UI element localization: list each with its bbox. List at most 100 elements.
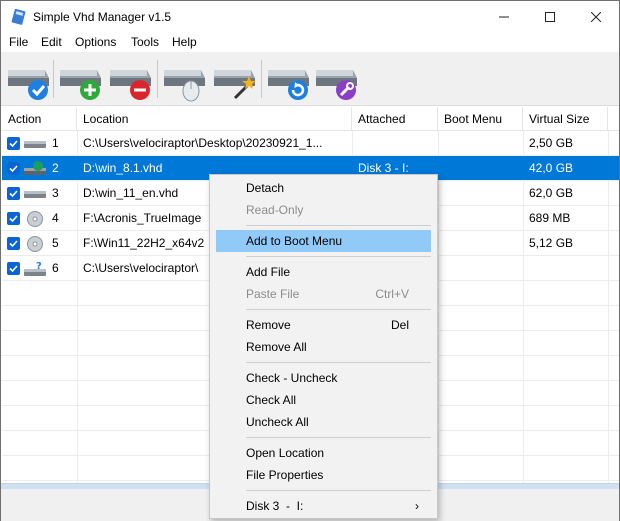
toolbar <box>1 52 619 106</box>
menu-item-disk-submenu[interactable]: Disk 3 - I: › <box>216 495 431 517</box>
menu-separator <box>246 490 431 491</box>
table-row[interactable]: 1 C:\Users\velociraptor\Desktop\20230921… <box>2 131 619 156</box>
missing-drive-icon: ? <box>24 261 46 276</box>
cell-boot-menu <box>438 181 523 206</box>
menu-edit[interactable]: Edit <box>41 35 62 49</box>
menu-item-label: Add File <box>246 265 291 279</box>
menu-item-detach[interactable]: Detach <box>216 177 431 199</box>
menu-item-uncheck-all[interactable]: Uncheck All <box>216 411 431 433</box>
maximize-icon <box>545 11 555 22</box>
toolbar-separator <box>53 60 54 98</box>
minimize-button[interactable] <box>481 1 527 32</box>
menu-item-add-file[interactable]: Add File <box>216 261 431 283</box>
cell-virtual-size: 62,0 GB <box>529 186 574 200</box>
menu-item-add-to-boot-menu[interactable]: Add to Boot Menu <box>216 230 431 252</box>
row-checkbox[interactable] <box>7 262 20 275</box>
cell-boot-menu <box>438 206 523 231</box>
remove-vhd-button[interactable] <box>107 56 153 102</box>
row-number: 2 <box>52 161 59 175</box>
menu-tools[interactable]: Tools <box>131 35 159 49</box>
refresh-button[interactable] <box>265 56 311 102</box>
checkmark-icon <box>9 265 18 273</box>
row-number: 1 <box>52 136 59 150</box>
menu-item-label: Paste File <box>246 287 300 301</box>
menu-item-file-properties[interactable]: File Properties <box>216 464 431 486</box>
menu-item-open-location[interactable]: Open Location <box>216 442 431 464</box>
drive-mouse-icon <box>164 70 205 102</box>
checkmark-icon <box>9 215 18 223</box>
menu-item-check-uncheck[interactable]: Check - Uncheck <box>216 367 431 389</box>
menu-item-remove[interactable]: Remove Del <box>216 314 431 336</box>
menu-item-label: Disk 3 - I: <box>246 499 304 513</box>
cell-virtual-size: 42,0 GB <box>529 161 574 175</box>
menu-separator <box>246 225 431 226</box>
menu-item-label: Check All <box>246 393 297 407</box>
menu-item-read-only[interactable]: Read-Only <box>216 199 431 221</box>
menu-item-label: Open Location <box>246 446 325 460</box>
cell-boot-menu <box>438 156 523 181</box>
table-header: Action Location Attached Boot Menu Virtu… <box>2 107 619 131</box>
menu-item-check-all[interactable]: Check All <box>216 389 431 411</box>
menu-file[interactable]: File <box>9 35 28 49</box>
drive-remove-icon <box>110 70 151 100</box>
window-title: Simple Vhd Manager v1.5 <box>33 10 172 24</box>
checkmark-icon <box>9 140 18 148</box>
drive-tools-icon <box>316 70 357 100</box>
cell-attached <box>352 131 438 156</box>
column-header-attached[interactable]: Attached <box>352 107 438 131</box>
menu-item-label: Remove <box>246 318 291 332</box>
row-checkbox[interactable] <box>7 187 20 200</box>
shortcut-label: Ctrl+V <box>375 287 409 301</box>
cell-virtual-size: 2,50 GB <box>529 136 574 150</box>
app-logo-icon <box>11 9 26 25</box>
cell-virtual-size <box>523 256 608 281</box>
row-checkbox[interactable] <box>7 162 20 175</box>
close-button[interactable] <box>573 1 619 32</box>
cell-boot-menu <box>438 231 523 256</box>
drive-refresh-icon <box>268 70 309 100</box>
add-vhd-button[interactable] <box>57 56 103 102</box>
title-bar[interactable]: Simple Vhd Manager v1.5 <box>1 1 619 32</box>
disc-icon <box>27 211 43 227</box>
create-vhd-button[interactable] <box>211 56 257 102</box>
toolbar-separator <box>157 60 158 98</box>
menu-help[interactable]: Help <box>172 35 197 49</box>
maximize-button[interactable] <box>527 1 573 32</box>
mount-drive-button[interactable] <box>161 56 207 102</box>
column-header-boot-menu[interactable]: Boot Menu <box>438 107 523 131</box>
minimize-icon <box>499 16 509 17</box>
checkmark-icon <box>9 240 18 248</box>
column-header-location[interactable]: Location <box>77 107 352 131</box>
hard-drive-icon <box>24 141 46 148</box>
context-menu: Detach Read-Only Add to Boot Menu Add Fi… <box>209 174 438 519</box>
menu-separator <box>246 437 431 438</box>
row-number: 4 <box>52 211 59 225</box>
row-checkbox[interactable] <box>7 237 20 250</box>
menu-item-label: Uncheck All <box>246 415 309 429</box>
cell-virtual-size: 5,12 GB <box>529 236 574 250</box>
shortcut-label: Del <box>390 318 409 332</box>
menu-separator <box>246 309 431 310</box>
row-checkbox[interactable] <box>7 137 20 150</box>
column-header-virtual-size[interactable]: Virtual Size <box>523 107 608 131</box>
menu-item-paste-file[interactable]: Paste File Ctrl+V <box>216 283 431 305</box>
check-drives-button[interactable] <box>5 56 51 102</box>
cell-boot-menu <box>438 256 523 281</box>
cell-virtual-size: 689 MB <box>529 211 571 225</box>
tools-button[interactable] <box>313 56 359 102</box>
drive-add-icon <box>60 70 101 100</box>
drive-check-icon <box>8 70 49 100</box>
menu-item-remove-all[interactable]: Remove All <box>216 336 431 358</box>
column-header-action[interactable]: Action <box>2 107 77 131</box>
hard-drive-icon <box>24 191 46 198</box>
menu-item-label: Add to Boot Menu <box>246 234 343 248</box>
menu-item-label: Detach <box>246 181 285 195</box>
row-checkbox[interactable] <box>7 212 20 225</box>
menu-options[interactable]: Options <box>75 35 116 49</box>
row-number: 5 <box>52 236 59 250</box>
menu-separator <box>246 362 431 363</box>
disc-icon <box>27 236 43 252</box>
svg-text:?: ? <box>36 261 42 272</box>
menu-item-label: Remove All <box>246 340 307 354</box>
menu-item-label: Read-Only <box>246 203 304 217</box>
